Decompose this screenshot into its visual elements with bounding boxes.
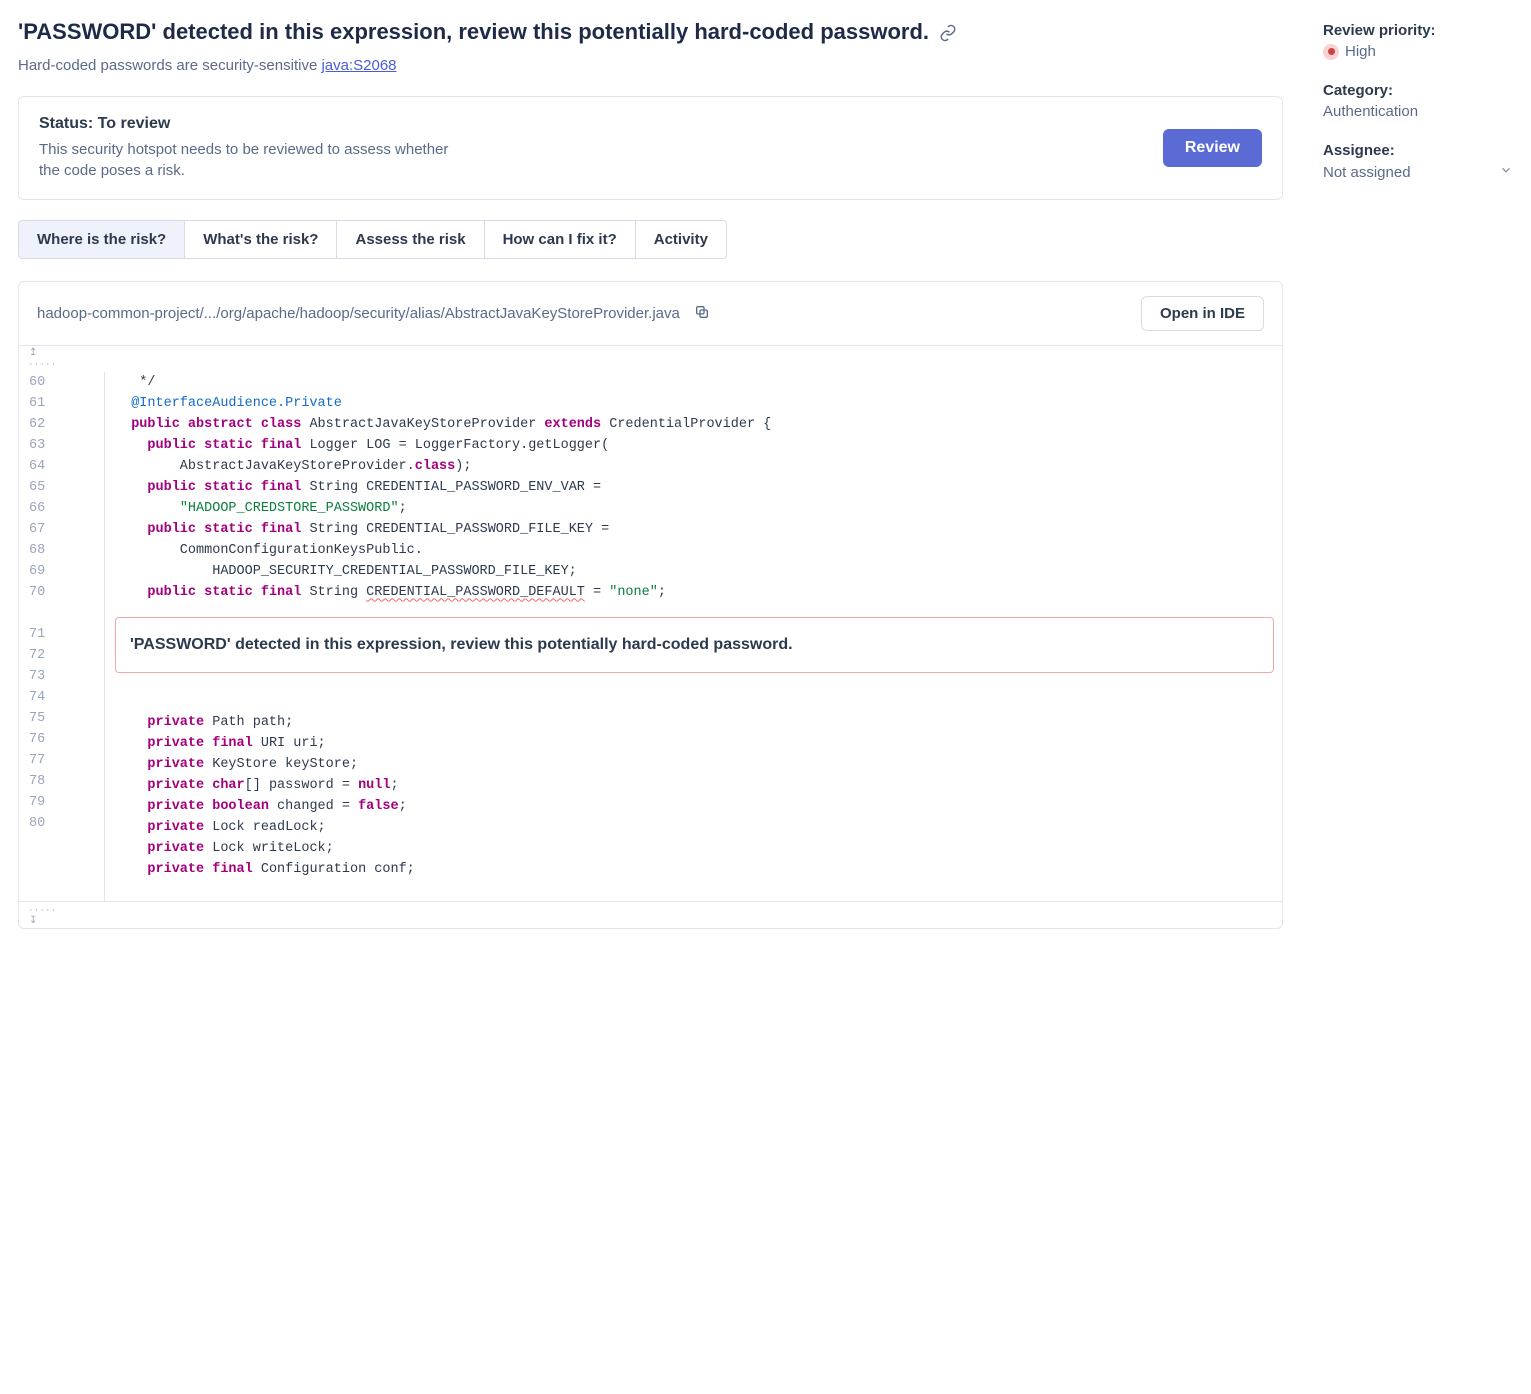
priority-value: High [1323, 43, 1513, 60]
expand-down-button[interactable]: ·····↧ [19, 901, 1282, 928]
status-description: This security hotspot needs to be review… [39, 139, 459, 181]
tab-where-is-the-risk[interactable]: Where is the risk? [18, 220, 185, 259]
tab-how-can-i-fix-it[interactable]: How can I fix it? [485, 220, 636, 259]
category-value: Authentication [1323, 103, 1513, 120]
file-path: hadoop-common-project/.../org/apache/had… [37, 305, 680, 322]
tab-what-s-the-risk[interactable]: What's the risk? [185, 220, 337, 259]
expand-up-button[interactable]: ↥····· [19, 345, 1282, 372]
tab-assess-the-risk[interactable]: Assess the risk [337, 220, 484, 259]
status-label: Status: To review [39, 115, 459, 133]
code-panel: hadoop-common-project/.../org/apache/had… [18, 281, 1283, 929]
issue-subtitle: Hard-coded passwords are security-sensit… [18, 57, 1283, 74]
review-button[interactable]: Review [1163, 129, 1262, 167]
tabs: Where is the risk?What's the risk?Assess… [18, 220, 1283, 259]
priority-high-icon [1323, 44, 1339, 60]
chevron-down-icon [1499, 163, 1513, 181]
assignee-label: Assignee: [1323, 142, 1513, 159]
rule-link[interactable]: java:S2068 [321, 57, 396, 74]
issue-title: 'PASSWORD' detected in this expression, … [18, 18, 929, 47]
priority-label: Review priority: [1323, 22, 1513, 39]
copy-path-icon[interactable] [694, 304, 710, 323]
assignee-dropdown[interactable]: Not assigned [1323, 163, 1513, 181]
line-number-gutter: 6061626364656667686970717273747576777879… [19, 372, 104, 901]
open-in-ide-button[interactable]: Open in IDE [1141, 296, 1264, 331]
status-box: Status: To review This security hotspot … [18, 96, 1283, 200]
permalink-icon[interactable] [939, 24, 957, 45]
category-label: Category: [1323, 82, 1513, 99]
code-content: */ @InterfaceAudience.Private public abs… [104, 372, 1282, 901]
tab-activity[interactable]: Activity [636, 220, 727, 259]
inline-issue-message: 'PASSWORD' detected in this expression, … [115, 617, 1274, 673]
